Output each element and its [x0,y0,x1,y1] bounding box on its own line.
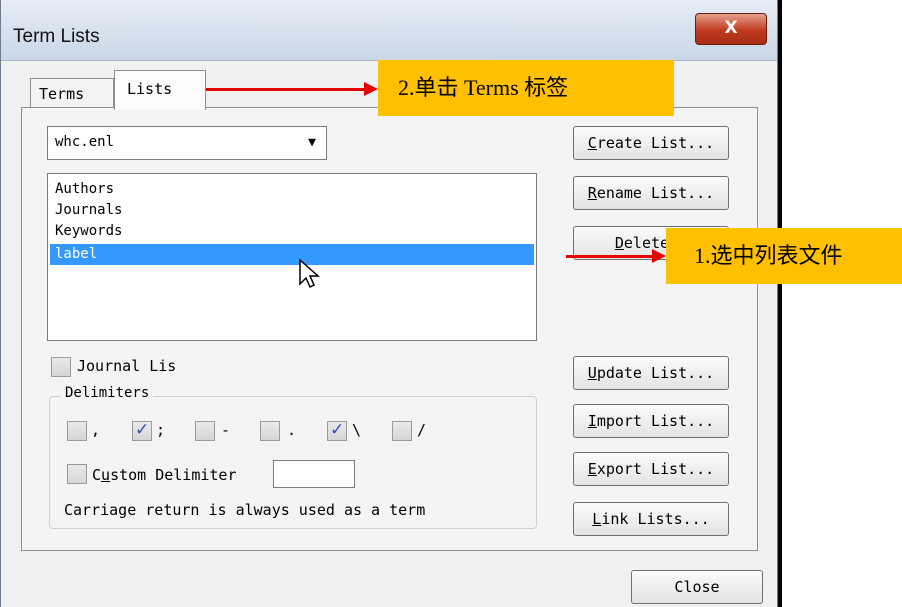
rename-list-button[interactable]: Rename List... [573,176,729,210]
list-item-journals[interactable]: Journals [50,200,534,221]
list-item-keywords[interactable]: Keywords [50,221,534,242]
library-select-value: whc.enl [55,134,115,150]
close-window-button[interactable]: X [695,13,767,45]
delimiter-semicolon-checkbox[interactable] [132,420,152,441]
export-list-button[interactable]: Export List... [573,452,729,486]
delimiter-comma-label: , [91,421,101,439]
journal-list-label: Journal Lis [77,357,177,375]
create-list-button[interactable]: Create List... [573,126,729,160]
chevron-down-icon[interactable]: ▼ [308,135,316,150]
delimiter-backslash-checkbox[interactable] [327,420,347,441]
window-edge [778,0,782,607]
delimiter-semicolon-label: ; [156,421,166,439]
delimiter-hyphen-label: - [221,421,231,439]
custom-delimiter-checkbox[interactable] [67,464,87,484]
custom-delimiter-input[interactable] [273,460,355,488]
delimiter-period-checkbox[interactable] [260,421,280,441]
custom-delimiter-label: Custom Delimiter [92,466,237,484]
delimiters-title: Delimiters [61,385,154,401]
title-bar[interactable]: Term Lists X [1,0,777,61]
import-list-button[interactable]: Import List... [573,404,729,438]
mouse-cursor-icon [299,258,320,289]
list-item-authors[interactable]: Authors [50,179,534,200]
delimiter-period-label: . [287,421,297,439]
library-select[interactable]: whc.enl ▼ [47,126,327,160]
list-item-label[interactable]: label [50,244,534,265]
delimiter-hyphen-checkbox[interactable] [195,421,215,441]
step1-callout: 1.选中列表文件 [666,228,902,284]
carriage-return-note: Carriage return is always used as a term [64,501,426,519]
delimiter-comma-checkbox[interactable] [67,421,87,441]
window-title: Term Lists [13,26,100,47]
arrow-to-list [566,249,666,263]
tab-lists[interactable]: Lists [114,70,206,110]
delimiter-backslash-label: \ [352,421,362,439]
step2-callout: 2.单击 Terms 标签 [378,60,674,116]
close-button[interactable]: Close [631,570,763,604]
link-lists-button[interactable]: Link Lists... [573,502,729,536]
update-list-button[interactable]: Update List... [573,356,729,390]
delimiter-slash-label: / [417,421,427,439]
journal-list-checkbox[interactable] [51,357,71,377]
tab-terms[interactable]: Terms [30,78,114,108]
term-list-box[interactable]: Authors Journals Keywords label [47,173,537,341]
delimiter-slash-checkbox[interactable] [392,421,412,441]
